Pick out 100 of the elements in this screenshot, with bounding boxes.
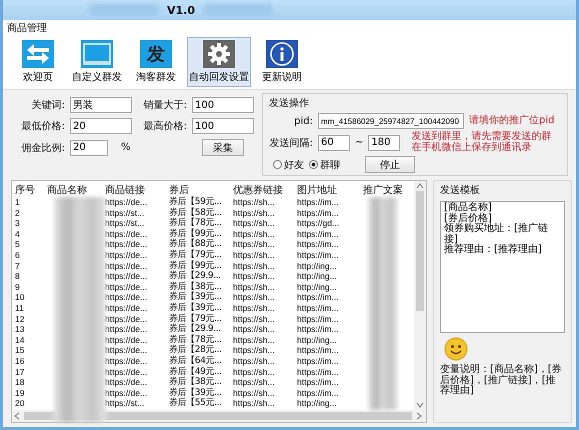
table-cell: https://st... xyxy=(105,208,144,218)
table-cell: http://ing... xyxy=(297,271,337,282)
table-cell-text: 券后【79元... xyxy=(169,250,222,260)
table-cell: https://sh... xyxy=(233,282,275,292)
unit-label: % xyxy=(121,142,131,153)
table-cell: 券后【64元... xyxy=(169,356,222,366)
table-cell: https://de... xyxy=(105,366,148,378)
column-header: 推广文案 xyxy=(362,184,404,197)
table-cell: https://de... xyxy=(105,250,148,261)
variable-note: 变量说明：[商品名称]，[券后价格]，[推广链接]，[推荐理由] xyxy=(440,365,563,396)
pid-input[interactable]: mm_41586029_25974827_100442090 xyxy=(318,113,464,129)
table-cell: https://im... xyxy=(297,377,339,388)
table-cell: https://de... xyxy=(105,377,148,388)
table-cell: 11 xyxy=(15,302,24,314)
table-cell: 8 xyxy=(15,271,20,282)
table-cell: 券后【55元... xyxy=(169,398,222,409)
table-cell: https://de... xyxy=(105,197,148,208)
table-cell: https://im... xyxy=(297,302,339,314)
column-header: 序号 xyxy=(14,184,36,197)
table-cell-text: 券后【38元... xyxy=(169,282,222,292)
table-cell: 2 xyxy=(15,208,20,218)
table-cell: 20 xyxy=(15,398,24,409)
form-input[interactable]: 100 xyxy=(192,97,254,113)
table-cell-text: 券后【78元... xyxy=(169,218,222,228)
column-header: 券后 xyxy=(168,184,190,196)
form-input[interactable]: 20 xyxy=(70,118,132,134)
toolbar-button[interactable]: 发 淘客群发 xyxy=(131,37,181,87)
panel-title: 发送操作 xyxy=(269,97,310,110)
scroll-left-icon[interactable] xyxy=(14,412,20,420)
table-cell: https://sh... xyxy=(233,324,275,335)
table-cell: https://sh... xyxy=(233,218,275,229)
toolbar-button[interactable]: 自动回发设置 xyxy=(187,37,251,87)
table-cell: https://sh... xyxy=(233,250,275,261)
table-cell-text: 券后【99元... xyxy=(169,260,222,271)
collect-button[interactable]: 采集 xyxy=(202,139,244,156)
interval-to-input[interactable]: 180 xyxy=(368,134,400,150)
table-cell-text: 券后【29.9... xyxy=(169,271,221,282)
field-label: pid: xyxy=(293,116,313,126)
table-cell-text: 券后【79元... xyxy=(169,314,222,324)
table-cell: https://im... xyxy=(297,356,339,366)
table-cell: https://sh... xyxy=(233,398,275,409)
table-cell: https://sh... xyxy=(233,239,275,250)
form-input[interactable]: 20 xyxy=(70,140,108,156)
table-cell: 12 xyxy=(15,314,24,324)
table-cell-text: 券后【28元... xyxy=(169,345,222,356)
table-cell: https://im... xyxy=(297,366,339,378)
table-cell: 3 xyxy=(15,218,20,229)
table-cell: 13 xyxy=(15,324,24,335)
tile-glyph: 发 xyxy=(140,40,172,68)
scroll-up-icon[interactable] xyxy=(416,183,424,189)
table-cell: https://sh... xyxy=(233,388,275,398)
table-cell: https://de... xyxy=(105,271,148,282)
scroll-thumb[interactable] xyxy=(416,191,424,311)
table-cell: http://ing... xyxy=(297,282,337,292)
field-label: 最低价格: xyxy=(20,120,65,133)
menu-item[interactable]: 商品管理 xyxy=(7,20,47,34)
field-label: 最高价格: xyxy=(142,120,187,133)
table-cell-text: 券后【99元... xyxy=(169,228,222,239)
table-cell: 9 xyxy=(15,282,20,292)
swap-arrows-icon xyxy=(22,40,54,68)
table-cell-text: 券后【88元... xyxy=(169,239,222,250)
table-cell: 5 xyxy=(15,239,20,250)
table-cell: https://de... xyxy=(105,314,148,324)
table-cell: https://de... xyxy=(105,345,148,356)
table-cell: https://im... xyxy=(297,239,339,250)
column-header: 商品名称 xyxy=(46,184,88,197)
toolbar-button[interactable]: 更新说明 xyxy=(257,37,307,87)
form-input[interactable]: 男装 xyxy=(70,97,132,113)
table-cell: 17 xyxy=(15,366,24,378)
scroll-right-icon[interactable] xyxy=(416,412,422,420)
table-cell: http://ing... xyxy=(297,260,337,272)
window-title: V1.0 xyxy=(167,4,195,16)
table-cell: https://de... xyxy=(105,324,148,335)
info-icon xyxy=(266,40,298,68)
scroll-down-icon[interactable] xyxy=(416,402,424,408)
table-cell: https://sh... xyxy=(233,271,275,282)
radio-option[interactable]: 群聊 xyxy=(309,158,340,172)
table-cell: https://st... xyxy=(105,218,144,229)
table-cell: https://sh... xyxy=(233,345,275,356)
table-cell: https://de... xyxy=(105,260,148,272)
toolbar-button[interactable]: 欢迎页 xyxy=(13,37,63,87)
table-cell: https://sh... xyxy=(233,314,275,324)
interval-from-input[interactable]: 60 xyxy=(318,134,350,150)
form-input[interactable]: 100 xyxy=(192,118,254,134)
table-cell: 6 xyxy=(15,250,20,261)
smiley-icon[interactable] xyxy=(444,337,468,361)
table-cell-text: 券后【39元... xyxy=(169,292,222,302)
toolbar-button[interactable]: 自定义群发 xyxy=(69,37,125,87)
blurred-title xyxy=(89,4,159,16)
table-cell: https://sh... xyxy=(233,260,275,272)
table-cell: https://de... xyxy=(105,282,148,292)
table-cell: 7 xyxy=(15,260,20,272)
table-cell: https://de... xyxy=(105,239,148,250)
table-cell: https://gd... xyxy=(297,218,340,229)
table-cell-text: 券后【38元... xyxy=(169,377,222,388)
table-cell: https://sh... xyxy=(233,377,275,388)
stop-button[interactable]: 停止 xyxy=(365,156,415,173)
table-cell-text: 券后【49元... xyxy=(169,366,222,376)
radio-option[interactable]: 好友 xyxy=(273,158,304,172)
table-cell: https://im... xyxy=(297,208,339,218)
